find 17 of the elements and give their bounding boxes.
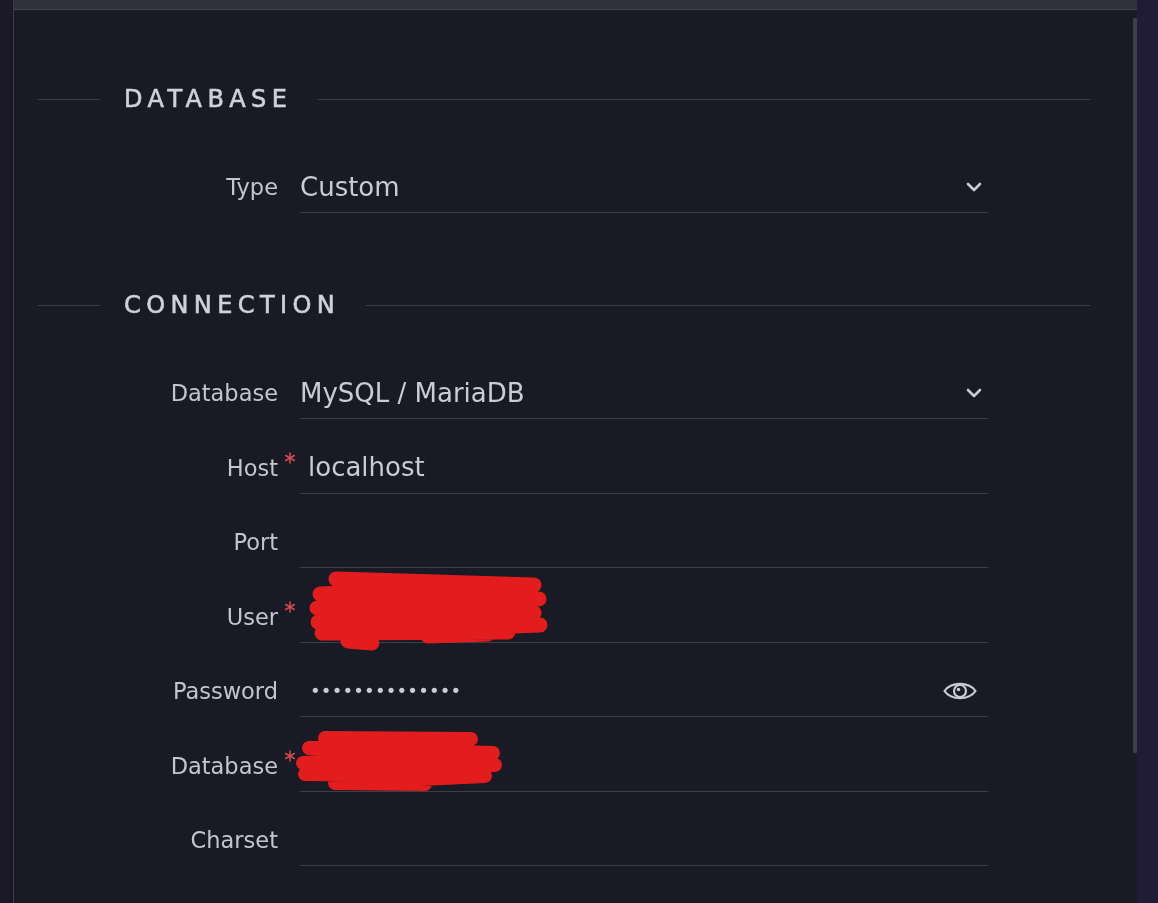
scrollbar-thumb[interactable] bbox=[1133, 18, 1137, 753]
chevron-down-icon bbox=[966, 387, 982, 398]
password-field[interactable]: •••••••••••••• bbox=[300, 665, 988, 717]
chevron-down-icon bbox=[966, 181, 982, 192]
field-label: Host bbox=[226, 454, 278, 481]
field-label: Type bbox=[226, 174, 278, 200]
field-label: Password bbox=[172, 678, 278, 704]
input-field[interactable]: localhost bbox=[300, 441, 988, 494]
field-label: User bbox=[226, 603, 278, 630]
section-title: CONNECTION bbox=[124, 290, 341, 320]
select-field[interactable]: MySQL / MariaDB bbox=[300, 367, 988, 419]
field-label: Database bbox=[170, 380, 278, 406]
select-field[interactable]: Custom bbox=[300, 161, 988, 213]
field-label: Database bbox=[170, 752, 278, 779]
field-label: Charset bbox=[190, 827, 278, 853]
field-label: Port bbox=[233, 529, 278, 555]
section-title: DATABASE bbox=[124, 84, 293, 114]
